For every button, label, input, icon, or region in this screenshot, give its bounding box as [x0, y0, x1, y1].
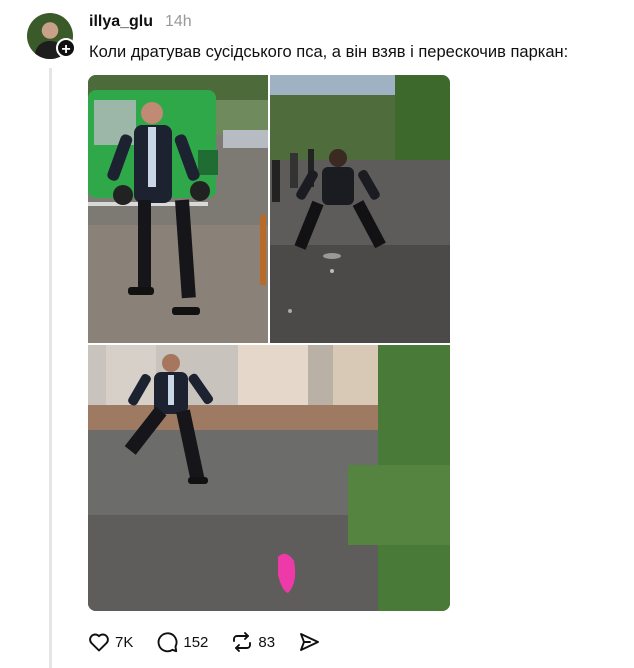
repost-button[interactable]: 83: [230, 630, 275, 654]
share-button[interactable]: [297, 630, 321, 654]
follow-plus-button[interactable]: +: [56, 38, 76, 58]
repost-count: 83: [258, 633, 276, 651]
scene-street-bus: [88, 75, 268, 343]
scene-running-passage: [88, 345, 450, 611]
like-button[interactable]: 7K: [87, 630, 133, 654]
media-image-3[interactable]: [88, 345, 450, 611]
comment-button[interactable]: 152: [155, 630, 208, 654]
post-actions: 7K 152 83: [87, 628, 343, 656]
heart-icon: [89, 633, 109, 652]
comment-count: 152: [183, 633, 209, 651]
comment-icon: [157, 632, 178, 653]
username[interactable]: illya_glu: [89, 13, 153, 31]
share-icon: [300, 633, 320, 651]
media-image-1[interactable]: [88, 75, 268, 343]
post-text: Коли дратував сусідського пса, а він взя…: [89, 43, 569, 61]
scene-road-stance: [270, 75, 450, 343]
thread-line: [49, 68, 52, 668]
repost-icon: [233, 632, 252, 652]
media-image-2[interactable]: [270, 75, 450, 343]
timestamp[interactable]: 14h: [165, 13, 192, 31]
like-count: 7K: [115, 633, 134, 651]
